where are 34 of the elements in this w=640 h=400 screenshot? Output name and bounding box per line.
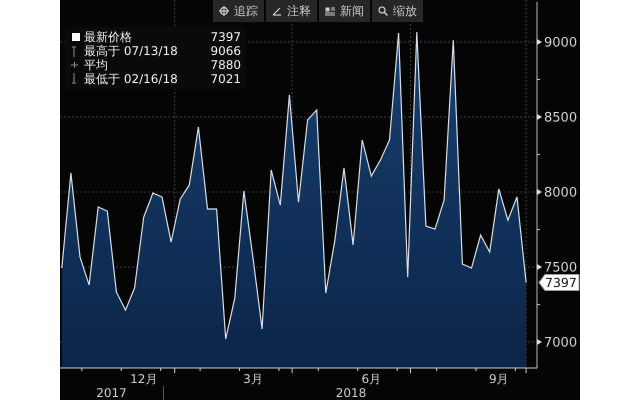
y-tick-label: 8000 xyxy=(537,186,578,201)
legend-value: 7880 xyxy=(210,58,241,72)
legend-label: 最低于 02/16/18 xyxy=(84,70,179,88)
y-tick-label: 9000 xyxy=(544,36,578,51)
toolbar-button[interactable]: 注释 xyxy=(266,0,317,22)
news-icon xyxy=(325,6,335,16)
last-price-tag: 7397 xyxy=(538,274,580,291)
month-label: 6月 xyxy=(362,372,382,386)
legend-label: 最高于 07/13/18 xyxy=(84,43,179,59)
y-tick-label: 8000 xyxy=(544,186,578,201)
y-tick-label: 7000 xyxy=(544,336,578,351)
year-label: 2018 xyxy=(336,386,366,400)
legend-value: 7397 xyxy=(210,30,241,44)
year-label: 2017 xyxy=(96,386,127,400)
crosshair-icon xyxy=(219,6,229,16)
y-tick-label: 7500 xyxy=(537,260,578,276)
y-tick-label: 7000 xyxy=(537,336,578,351)
legend-label: 平均 xyxy=(84,57,109,74)
legend-label: 最新价格 xyxy=(84,28,133,44)
angle-line-icon xyxy=(272,6,282,16)
month-label: 3月 xyxy=(243,372,263,386)
legend-value: 7021 xyxy=(210,72,241,86)
y-tick-label: 8500 xyxy=(544,110,578,126)
legend-value: 9066 xyxy=(210,44,241,58)
toolbar-button[interactable]: 缩放 xyxy=(372,0,423,22)
y-tick-label: 8500 xyxy=(537,110,578,126)
y-tick-label: 9000 xyxy=(537,36,578,50)
search-icon xyxy=(378,6,388,16)
toolbar-button[interactable]: 追踪 xyxy=(213,0,264,22)
y-tick-label: 7500 xyxy=(544,260,578,276)
month-label: 12月 xyxy=(130,372,158,386)
toolbar-button[interactable]: 新闻 xyxy=(319,0,370,22)
month-label: 9月 xyxy=(488,372,509,386)
square-marker-icon xyxy=(69,30,81,44)
